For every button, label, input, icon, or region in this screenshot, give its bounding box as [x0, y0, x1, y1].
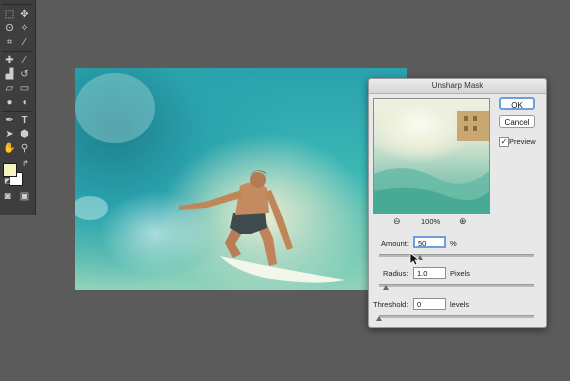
zoom-icon[interactable]: ⚲: [18, 142, 31, 155]
ok-button[interactable]: OK: [499, 97, 535, 110]
tools-divider: [2, 111, 33, 112]
stamp-icon[interactable]: ▟: [3, 68, 16, 81]
path-selection-icon[interactable]: ➤: [3, 128, 16, 141]
default-colors-icon[interactable]: ◩: [1, 175, 14, 188]
hand-icon[interactable]: ✋: [3, 142, 16, 155]
radius-slider-thumb[interactable]: [383, 285, 389, 290]
pen-icon[interactable]: ✒: [3, 114, 16, 127]
surfboard: [220, 256, 345, 283]
threshold-unit: levels: [450, 300, 470, 309]
amount-field[interactable]: 50: [413, 236, 446, 248]
tools-grip: [2, 4, 33, 5]
screen-mode-icon[interactable]: ▣: [18, 190, 31, 203]
gradient-icon[interactable]: ▭: [18, 82, 31, 95]
unsharp-mask-dialog: Unsharp Mask OK Cancel ✓ Preview ⊖ 100% …: [368, 78, 547, 328]
preview-window: [464, 116, 468, 121]
move-icon[interactable]: ✥: [18, 8, 31, 21]
preview-image: [374, 111, 489, 213]
dodge-icon[interactable]: ◖: [18, 96, 31, 109]
tools-panel: ⬚ ✥ ʘ ✧ ⌗ ⁄ ✚ ∕ ▟ ↺ ▱ ▭ ● ◖ ✒ T ➤ ⬢ ✋ ⚲ …: [0, 0, 36, 215]
radius-unit: Pixels: [450, 269, 471, 278]
wave-spray: [75, 196, 108, 220]
history-brush-icon[interactable]: ↺: [18, 68, 31, 81]
wave-spray: [75, 73, 155, 143]
preview-label: Preview: [509, 137, 536, 146]
swap-colors-icon[interactable]: ↱: [19, 157, 32, 170]
blur-icon[interactable]: ●: [3, 96, 16, 109]
surfer-arm: [179, 190, 241, 210]
crop-icon[interactable]: ⌗: [3, 36, 16, 49]
eraser-icon[interactable]: ▱: [3, 82, 16, 95]
brush-icon[interactable]: ∕: [18, 54, 31, 67]
radius-slider-track[interactable]: [379, 284, 534, 287]
dialog-title: Unsharp Mask: [369, 79, 546, 94]
surfer-head: [250, 172, 266, 188]
eyedropper-icon[interactable]: ⁄: [18, 36, 31, 49]
zoom-out-icon[interactable]: ⊖: [393, 216, 401, 227]
surfer-torso: [235, 182, 269, 215]
preview-window: [473, 116, 477, 121]
amount-unit: %: [450, 239, 457, 248]
threshold-slider-track[interactable]: [379, 315, 534, 318]
surfer-photo[interactable]: [75, 68, 407, 290]
preview-window: [464, 126, 468, 131]
amount-slider-track[interactable]: [379, 254, 534, 257]
amount-label: Amount:: [381, 239, 409, 248]
healing-brush-icon[interactable]: ✚: [3, 54, 16, 67]
surfer-illustration: [75, 73, 345, 283]
quick-mask-icon[interactable]: ◙: [1, 190, 14, 203]
radius-field[interactable]: 1.0: [413, 267, 446, 279]
magic-wand-icon[interactable]: ✧: [18, 22, 31, 35]
lasso-icon[interactable]: ʘ: [3, 22, 16, 35]
threshold-field[interactable]: 0: [413, 298, 446, 310]
zoom-level: 100%: [421, 217, 441, 226]
preview-window: [473, 126, 477, 131]
threshold-slider-thumb[interactable]: [376, 316, 382, 321]
tools-divider: [2, 51, 33, 52]
radius-label: Radius:: [383, 269, 409, 278]
marquee-icon[interactable]: ⬚: [3, 8, 16, 21]
type-icon[interactable]: T: [18, 114, 31, 127]
preview-checkbox[interactable]: ✓: [499, 137, 509, 147]
filter-preview[interactable]: [373, 98, 490, 214]
mouse-cursor-icon: [409, 252, 419, 266]
shape-icon[interactable]: ⬢: [18, 128, 31, 141]
cancel-button[interactable]: Cancel: [499, 115, 535, 128]
threshold-label: Threshold:: [373, 300, 409, 309]
zoom-in-icon[interactable]: ⊕: [459, 216, 467, 227]
